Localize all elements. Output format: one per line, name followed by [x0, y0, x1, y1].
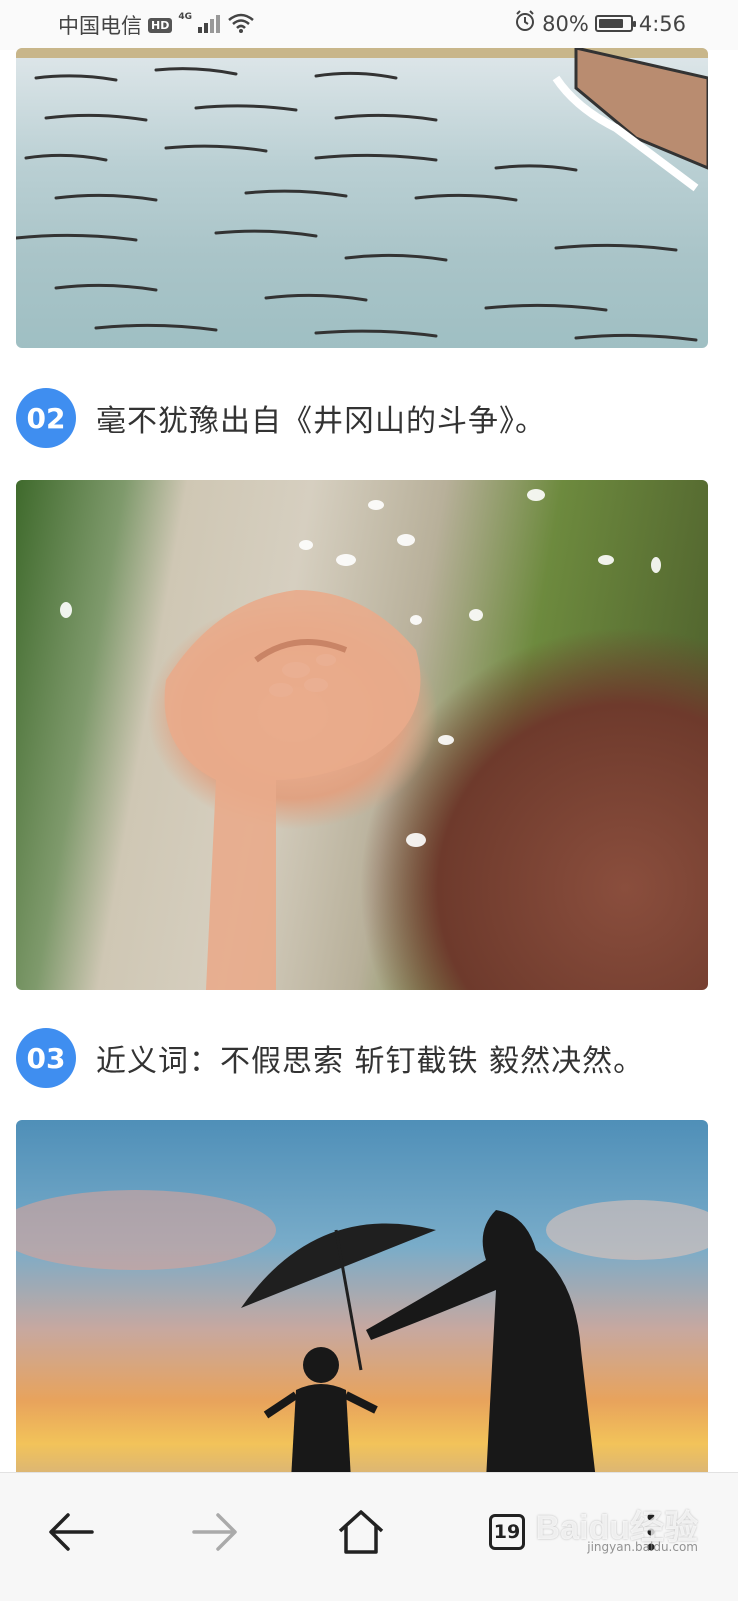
tab-count-badge: 19 [489, 1514, 525, 1550]
step-number-badge: 03 [16, 1028, 76, 1088]
step-number-badge: 02 [16, 388, 76, 448]
alarm-icon [514, 10, 536, 37]
battery-icon [594, 15, 636, 32]
status-bar: 中国电信 HD 4G 80% 4:56 [0, 0, 738, 50]
back-button[interactable] [36, 1497, 106, 1567]
status-right: 80% 4:56 [514, 10, 686, 37]
step-text: 近义词：不假思索 斩钉截铁 毅然决然。 [96, 1044, 645, 1079]
silhouette-art [16, 1190, 708, 1480]
water-illustration-image [16, 48, 708, 348]
network-type: 4G [178, 12, 192, 22]
hd-badge: HD [148, 17, 173, 33]
tabs-button[interactable]: 19 [472, 1497, 542, 1567]
baidu-watermark-url: jingyan.baidu.com [587, 1540, 698, 1554]
step-02-heading: 02 毫不犹豫出自《井冈山的斗争》。 [16, 388, 546, 448]
step-text: 毫不犹豫出自《井冈山的斗争》。 [96, 404, 546, 439]
forward-button[interactable] [180, 1497, 250, 1567]
arrow-right-icon [192, 1513, 237, 1551]
hands-petals-photo [16, 480, 708, 990]
umbrella-silhouette-photo [16, 1120, 708, 1480]
petals-art [60, 489, 661, 990]
status-left: 中国电信 HD 4G [58, 10, 254, 40]
battery-percent: 80% [542, 11, 589, 36]
signal-icon [198, 13, 222, 38]
water-waves-art [16, 48, 708, 342]
arrow-left-icon [49, 1513, 94, 1551]
wifi-icon [228, 13, 254, 38]
carrier-name: 中国电信 [58, 14, 142, 38]
home-icon [338, 1510, 384, 1554]
home-button[interactable] [326, 1497, 396, 1567]
battery-fill [598, 19, 623, 28]
step-03-heading: 03 近义词：不假思索 斩钉截铁 毅然决然。 [16, 1028, 644, 1088]
clock: 4:56 [638, 11, 686, 36]
